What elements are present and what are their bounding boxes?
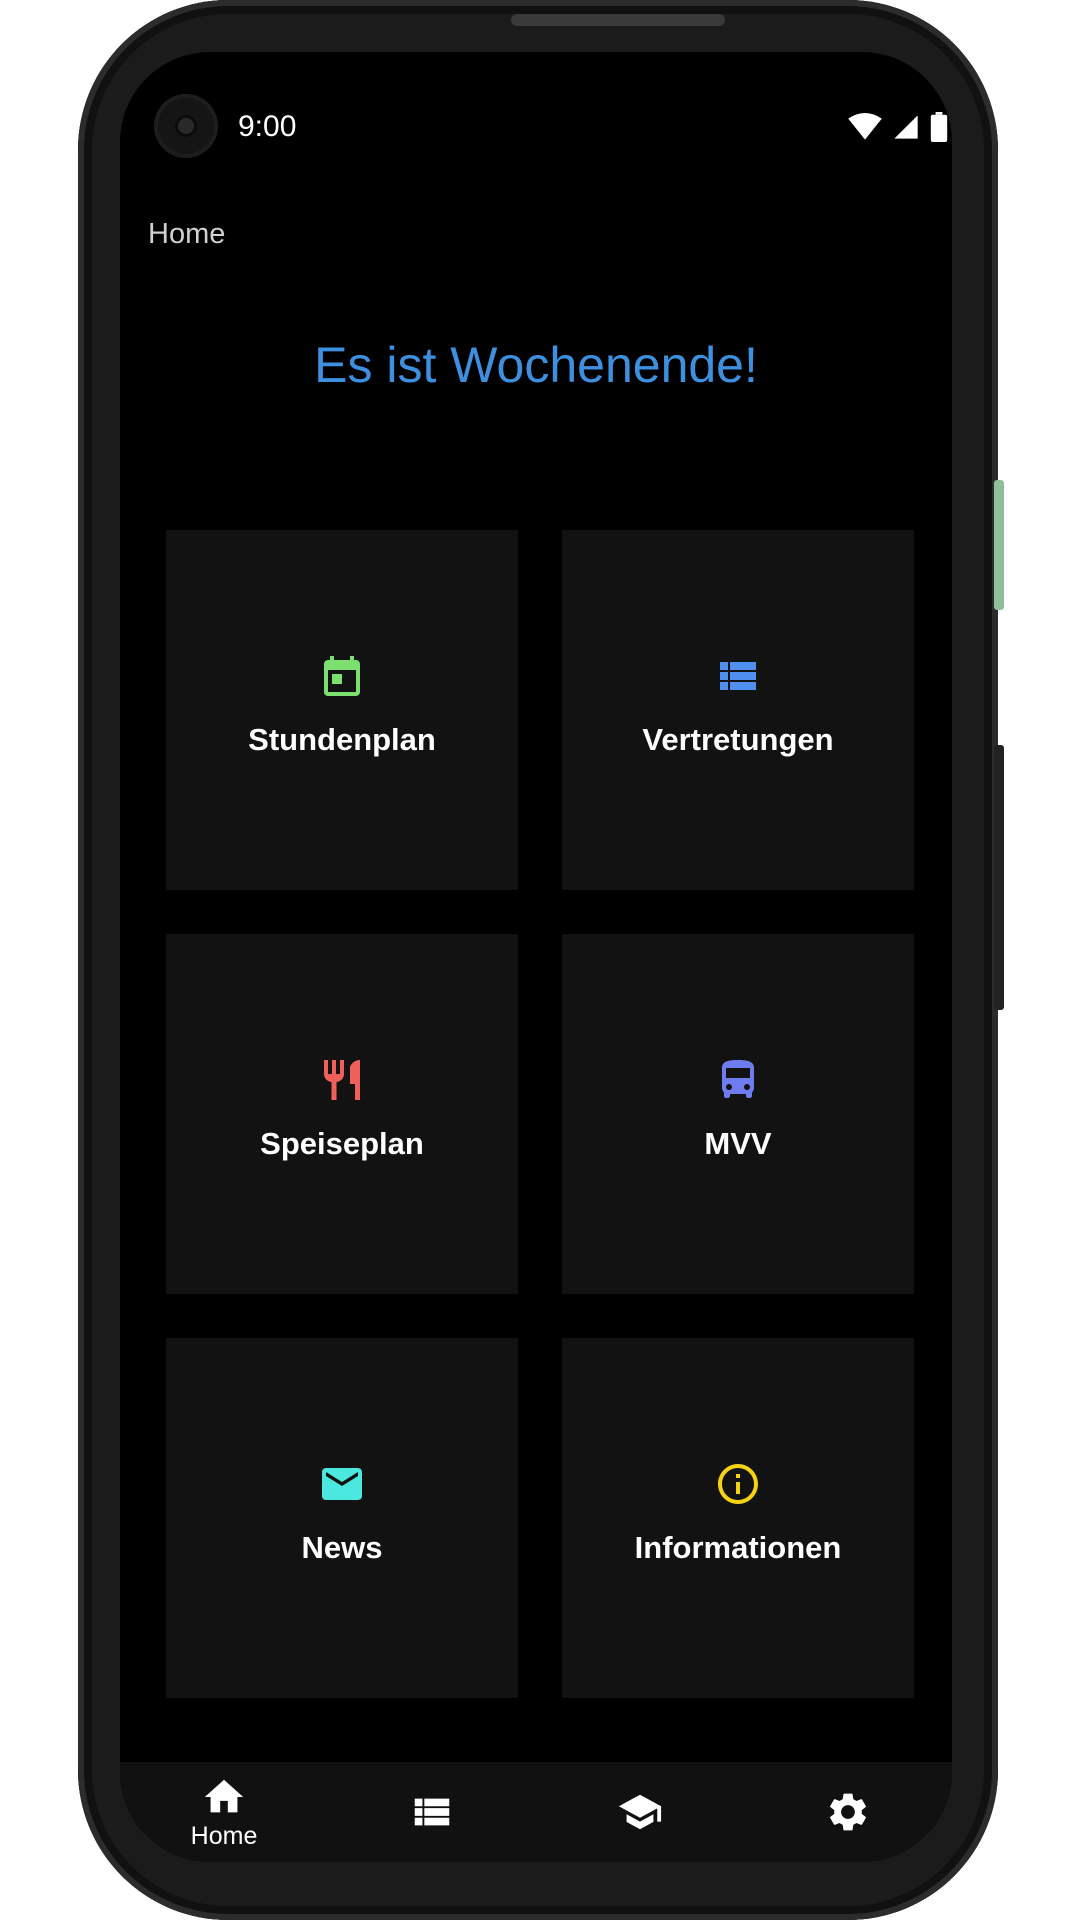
nav-home[interactable]: Home <box>120 1762 328 1862</box>
restaurant-icon <box>324 1060 360 1100</box>
tile-label: Stundenplan <box>248 722 436 757</box>
tile-speiseplan[interactable]: Speiseplan <box>166 934 518 1294</box>
school-icon <box>618 1794 662 1830</box>
nav-home-label: Home <box>190 1821 258 1850</box>
tile-mvv[interactable]: MVV <box>562 934 914 1294</box>
mail-icon <box>322 1468 362 1500</box>
tile-informationen[interactable]: Informationen <box>562 1338 914 1698</box>
nav-settings[interactable] <box>744 1762 952 1862</box>
tile-news[interactable]: News <box>166 1338 518 1698</box>
volume-button <box>994 480 1004 610</box>
info-icon <box>718 1464 758 1504</box>
calendar-icon <box>324 656 360 696</box>
nav-school[interactable] <box>536 1762 744 1862</box>
power-button <box>994 745 1004 1010</box>
screen: 9:00 Home Es ist Wochenende! Stundenplan <box>120 52 952 1862</box>
tile-vertretungen[interactable]: Vertretungen <box>562 530 914 890</box>
tile-label: Speiseplan <box>260 1126 424 1161</box>
tile-label: MVV <box>704 1126 772 1161</box>
weekend-headline: Es ist Wochenende! <box>314 337 758 393</box>
wifi-icon <box>848 113 882 140</box>
list-icon <box>414 1798 450 1826</box>
feature-grid: Stundenplan Vertretungen Speiseplan MVV … <box>166 530 914 1698</box>
tile-label: News <box>301 1530 383 1565</box>
signal-icon <box>894 115 918 139</box>
tile-label: Vertretungen <box>642 722 834 757</box>
battery-icon <box>930 112 948 142</box>
status-icons <box>848 112 948 142</box>
status-bar: 9:00 <box>120 52 952 202</box>
home-icon <box>204 1779 244 1812</box>
bottom-navigation: Home <box>120 1762 952 1862</box>
tile-label: Informationen <box>634 1530 842 1565</box>
status-time: 9:00 <box>238 110 297 143</box>
tile-stundenplan[interactable]: Stundenplan <box>166 530 518 890</box>
app-bar-title: Home <box>148 218 226 250</box>
earpiece-speaker <box>511 14 725 26</box>
front-camera <box>154 94 218 158</box>
list-icon <box>720 662 756 690</box>
settings-icon <box>830 1793 866 1831</box>
bus-icon <box>722 1060 754 1098</box>
nav-vertretungen[interactable] <box>328 1762 536 1862</box>
